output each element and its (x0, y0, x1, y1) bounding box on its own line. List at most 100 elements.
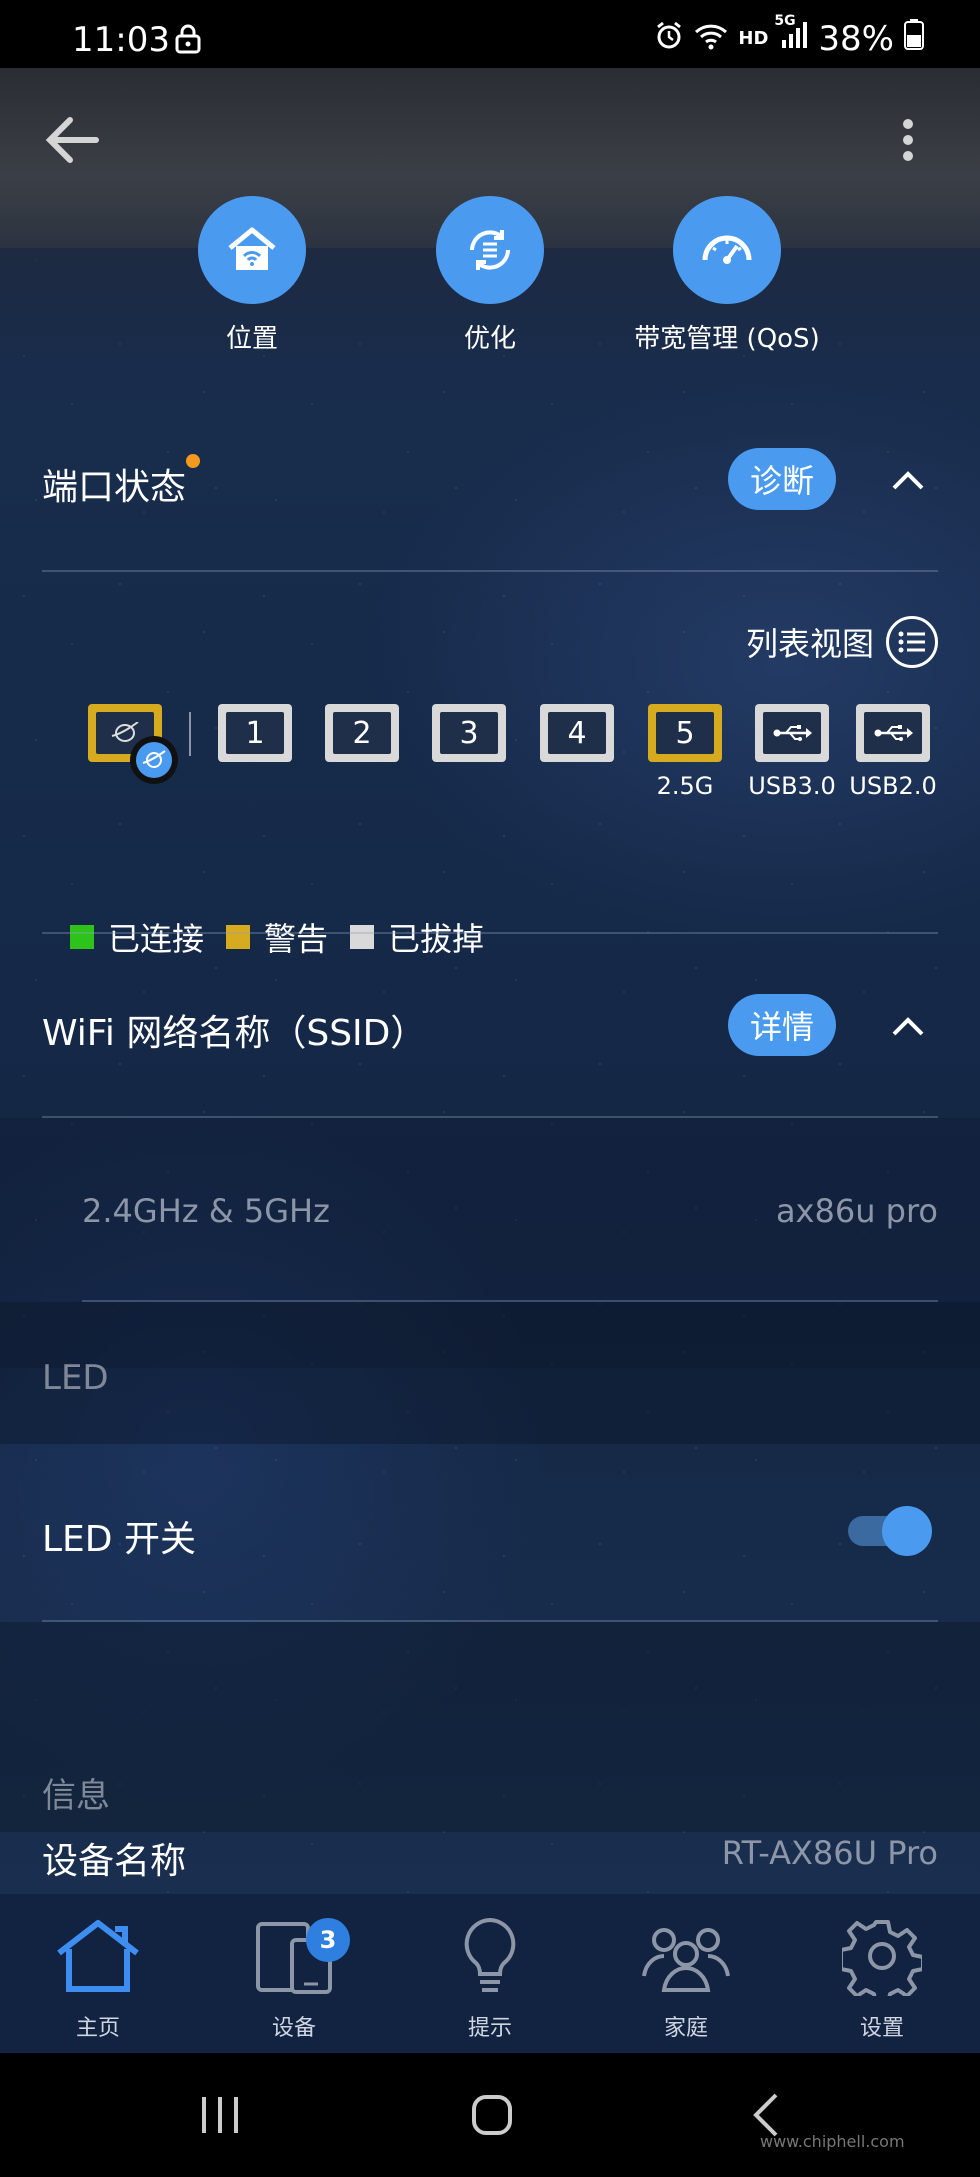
led-section-header: LED (0, 1302, 980, 1444)
wifi-signal-icon (694, 19, 728, 59)
legend-label: 已连接 (108, 920, 205, 958)
hd-indicator: HD (738, 28, 769, 49)
bottom-navigation: 主页 3 设备 提示 家庭 设置 (0, 1894, 980, 2053)
usb-icon (864, 712, 922, 754)
led-section-title: LED (42, 1358, 109, 1398)
nav-home[interactable]: 主页 (0, 1910, 196, 2042)
battery-icon (904, 18, 924, 59)
home-wifi-icon (198, 196, 306, 304)
usb-icon (763, 712, 821, 754)
back-arrow-icon (45, 117, 99, 163)
alarm-icon (654, 19, 684, 59)
quick-action-label: 位置 (225, 324, 278, 354)
legend-connected: 已连接 (70, 914, 204, 960)
network-type-label: 5G (774, 12, 796, 29)
legend-warning: 警告 (226, 914, 328, 960)
status-time: 11:03 (72, 20, 170, 60)
info-section-title: 信息 (42, 1776, 110, 1816)
collapse-port-status-button[interactable] (888, 460, 928, 500)
port-status-title: 端口状态 (42, 454, 201, 510)
info-section-header: 信息 (0, 1622, 980, 1832)
list-view-label: 列表视图 (745, 625, 874, 663)
lan-port-3[interactable]: 3 (432, 704, 506, 762)
home-circle-icon (472, 2095, 512, 2135)
nav-label: 提示 (467, 2016, 512, 2041)
speedometer-icon (673, 196, 781, 304)
system-navigation-bar: www.chiphell.com (0, 2053, 980, 2177)
port-number: 5 (656, 712, 714, 754)
diagnose-button[interactable]: 诊断 (728, 448, 836, 510)
lock-icon (174, 24, 202, 58)
nav-label: 家庭 (663, 2016, 708, 2041)
port-5-caption: 2.5G (656, 772, 714, 800)
lan-port-2[interactable]: 2 (325, 704, 399, 762)
internet-globe-icon (111, 722, 139, 742)
family-icon (588, 1910, 784, 2002)
device-name-value: RT-AX86U Pro (721, 1834, 938, 1872)
recent-apps-button[interactable] (196, 2091, 244, 2139)
app-content: 位置 优化 带宽管理 (QoS) 端口状态 诊断 列表视图 1 2 3 4 5 … (0, 68, 980, 2053)
new-indicator-dot (186, 454, 201, 468)
collapse-wifi-button[interactable] (888, 1006, 928, 1046)
nav-family[interactable]: 家庭 (588, 1910, 784, 2042)
nav-label: 设置 (859, 2016, 904, 2041)
port-number: 1 (226, 712, 284, 754)
internet-badge-icon (130, 736, 178, 784)
battery-percent: 38% (818, 18, 894, 59)
optimize-icon (436, 196, 544, 304)
home-button[interactable] (468, 2091, 516, 2139)
legend-unplugged: 已拔掉 (350, 914, 484, 960)
gear-icon (784, 1910, 980, 2002)
status-bar: 11:03 HD 5G 38% (0, 0, 980, 68)
lan-port-5[interactable]: 5 (648, 704, 722, 762)
quick-action-qos[interactable]: 带宽管理 (QoS) (627, 196, 827, 355)
port-number: 3 (440, 712, 498, 754)
nav-label: 主页 (75, 2016, 120, 2041)
nav-tips[interactable]: 提示 (392, 1910, 588, 2042)
quick-action-label: 优化 (463, 324, 516, 354)
legend-swatch (350, 925, 375, 949)
device-name-label: 设备名称 (42, 1841, 187, 1882)
recent-apps-icon (202, 2097, 238, 2133)
legend-label: 警告 (264, 920, 329, 958)
home-icon (0, 1910, 196, 2002)
legend-swatch (226, 925, 251, 949)
nav-devices[interactable]: 3 设备 (196, 1910, 392, 2042)
port-number: 4 (548, 712, 606, 754)
lan-port-1[interactable]: 1 (218, 704, 292, 762)
ssid-band: 2.4GHz & 5GHz (82, 1192, 330, 1230)
divider (42, 570, 938, 572)
nav-label: 设备 (271, 2016, 316, 2041)
port-legend: 已连接 警告 已拔掉 (70, 914, 506, 960)
wifi-ssid-title: WiFi 网络名称（SSID） (42, 1013, 427, 1054)
lan-port-4[interactable]: 4 (540, 704, 614, 762)
cell-signal-icon: 5G (774, 13, 808, 59)
more-vert-icon (903, 119, 913, 161)
usb2-caption: USB2.0 (849, 772, 937, 800)
port-number: 2 (333, 712, 391, 754)
port-status-title-text: 端口状态 (42, 467, 187, 508)
wifi-details-button[interactable]: 详情 (728, 994, 836, 1056)
list-icon (886, 616, 938, 668)
led-toggle[interactable] (848, 1506, 932, 1556)
led-switch-label: LED 开关 (42, 1519, 196, 1560)
quick-action-location[interactable]: 位置 (152, 196, 352, 355)
usb3-port[interactable] (755, 704, 829, 762)
back-button[interactable] (40, 108, 104, 172)
legend-label: 已拔掉 (388, 920, 485, 958)
chevron-up-icon (892, 1017, 924, 1036)
legend-swatch (70, 925, 94, 949)
watermark: www.chiphell.com (760, 2132, 905, 2151)
quick-action-label: 带宽管理 (QoS) (634, 324, 820, 354)
list-view-toggle[interactable]: 列表视图 (746, 616, 938, 668)
chevron-up-icon (892, 471, 924, 490)
more-options-button[interactable] (888, 108, 928, 172)
ssid-name: ax86u pro (775, 1192, 938, 1230)
port-separator (189, 712, 191, 756)
nav-settings[interactable]: 设置 (784, 1910, 980, 2042)
quick-action-optimize[interactable]: 优化 (390, 196, 590, 355)
toggle-knob (882, 1506, 932, 1556)
devices-icon: 3 (196, 1910, 392, 2002)
usb2-port[interactable] (856, 704, 930, 762)
divider (42, 932, 938, 934)
